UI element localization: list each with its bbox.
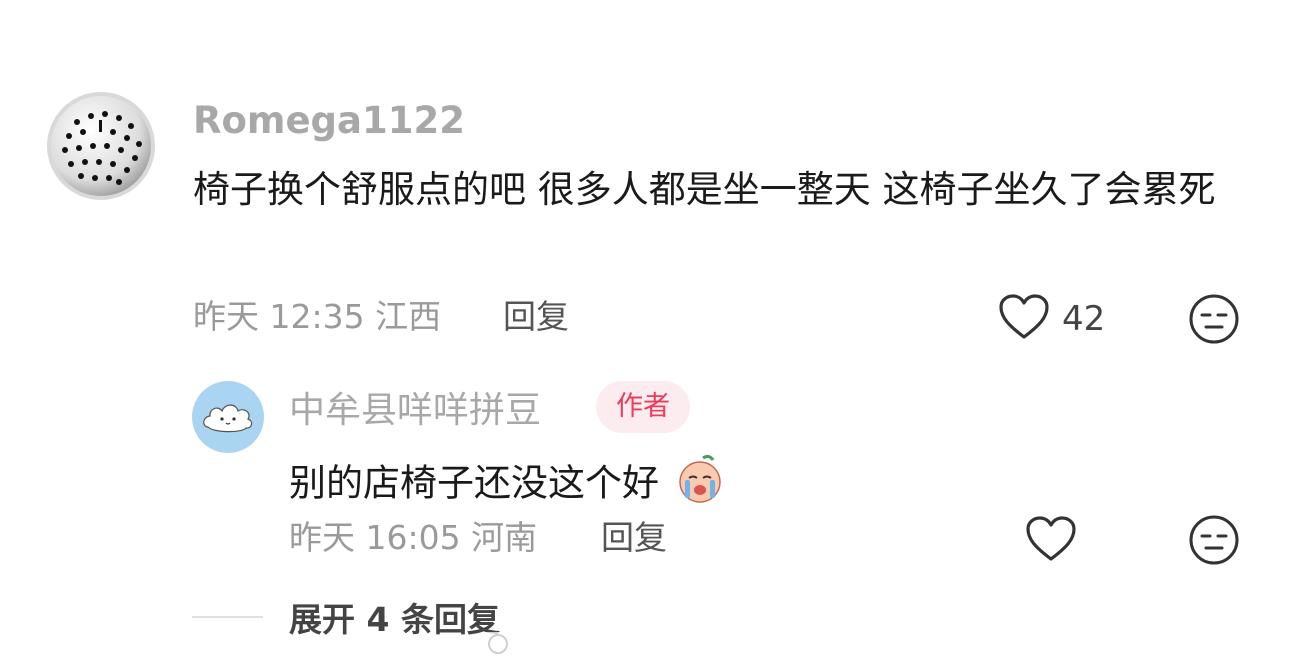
avatar[interactable] bbox=[47, 92, 155, 200]
expand-divider bbox=[192, 616, 263, 618]
reply-like-button[interactable] bbox=[1025, 515, 1077, 563]
emoji-face-icon bbox=[1189, 515, 1239, 565]
comment-time: 昨天 12:35 bbox=[193, 297, 365, 336]
heart-icon bbox=[1026, 516, 1076, 561]
reply-username[interactable]: 中牟县咩咩拼豆 bbox=[289, 389, 541, 433]
emoji-face-icon bbox=[1189, 294, 1239, 344]
comment-location: 江西 bbox=[375, 297, 442, 336]
comment-emoji-button[interactable] bbox=[1188, 293, 1240, 345]
comment-timestamp: 昨天 12:35 江西 bbox=[193, 297, 441, 337]
reply-reply-button[interactable]: 回复 bbox=[601, 518, 667, 558]
expand-replies-button[interactable]: 展开 4 条回复 bbox=[289, 598, 500, 642]
reply-time: 昨天 16:05 bbox=[289, 518, 461, 557]
reply-emoji-button[interactable] bbox=[1188, 514, 1240, 566]
comment-text: 椅子换个舒服点的吧 很多人都是坐一整天 这椅子坐久了会累死 bbox=[193, 168, 1216, 211]
crying-emoji-icon bbox=[673, 452, 727, 518]
watermark-overlay bbox=[476, 626, 806, 660]
comment-like-count: 42 bbox=[1062, 299, 1106, 339]
comment-like-button[interactable] bbox=[998, 293, 1050, 341]
heart-icon bbox=[999, 294, 1049, 339]
reply-text: 别的店椅子还没这个好 bbox=[289, 452, 727, 518]
comment-reply-button[interactable]: 回复 bbox=[503, 297, 569, 337]
author-badge: 作者 bbox=[596, 381, 690, 433]
avatar-image bbox=[47, 92, 155, 200]
reply-timestamp: 昨天 16:05 河南 bbox=[289, 518, 537, 558]
reply-avatar[interactable] bbox=[192, 381, 264, 453]
comment-username[interactable]: Romega1122 bbox=[193, 99, 465, 143]
reply-text-content: 别的店椅子还没这个好 bbox=[289, 461, 659, 505]
cloud-avatar-image bbox=[192, 381, 264, 453]
reply-location: 河南 bbox=[471, 518, 538, 557]
